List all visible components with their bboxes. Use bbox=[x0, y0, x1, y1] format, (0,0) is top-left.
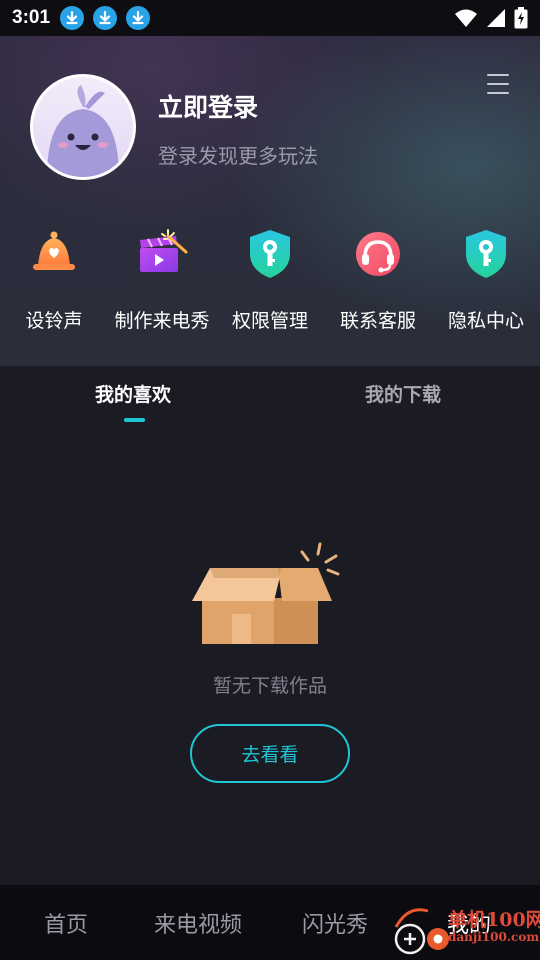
status-right bbox=[454, 7, 528, 29]
battery-charging-icon bbox=[514, 7, 528, 29]
download-icon bbox=[126, 6, 151, 30]
clapperboard-icon bbox=[140, 229, 188, 272]
shortcut-label: 制作来电秀 bbox=[114, 310, 210, 332]
shortcut-make-caller-show[interactable]: 制作来电秀 bbox=[108, 226, 216, 333]
watermark: 单机100网 danji100.com bbox=[388, 897, 540, 960]
watermark-logo-icon bbox=[394, 908, 449, 955]
shortcut-label: 设铃声 bbox=[25, 310, 83, 332]
empty-message: 暂无下载作品 bbox=[212, 675, 327, 697]
signal-icon bbox=[487, 9, 505, 27]
bottom-nav: 首页 来电视频 闪光秀 我的 单机100网 danji100.com bbox=[0, 885, 540, 960]
shortcut-privacy-center[interactable]: 隐私中心 bbox=[432, 226, 540, 333]
nav-home[interactable]: 首页 bbox=[44, 907, 88, 939]
status-time: 3:01 bbox=[12, 7, 51, 28]
shortcut-customer-service[interactable]: 联系客服 bbox=[324, 226, 432, 333]
watermark-title: 单机100网 bbox=[448, 909, 540, 931]
shortcut-label: 联系客服 bbox=[339, 310, 416, 332]
shortcut-permissions[interactable]: 权限管理 bbox=[216, 226, 324, 333]
tab-my-downloads[interactable]: 我的下载 bbox=[365, 380, 441, 407]
empty-box-icon bbox=[192, 542, 340, 644]
key-shield-icon bbox=[250, 230, 290, 278]
notification-icons bbox=[60, 6, 151, 30]
tab-my-likes[interactable]: 我的喜欢 bbox=[95, 380, 171, 407]
wifi-icon bbox=[455, 9, 477, 27]
browse-button[interactable]: 去看看 bbox=[190, 724, 350, 783]
tab-indicator bbox=[124, 418, 145, 422]
headset-icon bbox=[356, 232, 400, 276]
login-title[interactable]: 立即登录 bbox=[158, 88, 258, 124]
avatar[interactable] bbox=[30, 74, 136, 180]
download-icon bbox=[93, 6, 118, 30]
bell-icon bbox=[33, 231, 75, 270]
download-icon bbox=[60, 6, 85, 30]
shortcut-row: 设铃声 制作来电秀 权限管理 联系客服 隐私中心 bbox=[0, 226, 540, 346]
shortcut-set-ringtone[interactable]: 设铃声 bbox=[0, 226, 108, 333]
profile-header: 立即登录 登录发现更多玩法 设铃声 制作来电秀 权限管理 联系客服 隐私中心 bbox=[0, 36, 540, 366]
status-bar: 3:01 bbox=[0, 0, 540, 36]
shortcut-label: 隐私中心 bbox=[447, 310, 524, 332]
nav-caller-videos[interactable]: 来电视频 bbox=[154, 907, 242, 939]
shortcut-label: 权限管理 bbox=[231, 310, 308, 332]
watermark-url: danji100.com bbox=[448, 930, 540, 944]
login-subtitle: 登录发现更多玩法 bbox=[158, 144, 318, 168]
nav-flash-show[interactable]: 闪光秀 bbox=[302, 907, 368, 939]
mascot-avatar bbox=[33, 77, 133, 177]
content-tabs: 我的喜欢 我的下载 bbox=[0, 366, 540, 426]
menu-icon[interactable] bbox=[486, 72, 510, 96]
key-shield-icon bbox=[466, 230, 506, 278]
